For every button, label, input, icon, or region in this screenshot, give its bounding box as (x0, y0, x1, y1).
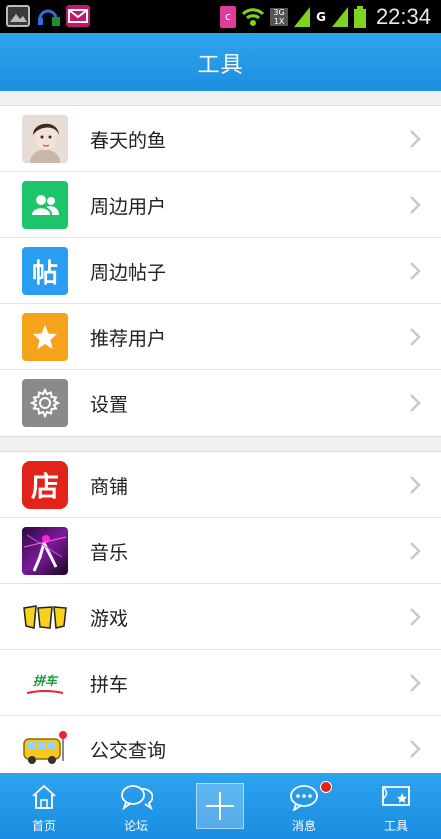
signal-icon-1 (294, 7, 311, 27)
chevron-right-icon (410, 196, 421, 214)
list-item-user-profile[interactable]: 春天的鱼 (0, 106, 441, 172)
tools-group-2: 店 商铺 音乐 游戏 拼车 拼车 公交查询 (0, 451, 441, 783)
tab-label: 论坛 (123, 819, 148, 833)
list-item-label: 游戏 (90, 608, 129, 630)
tab-label: 工具 (383, 819, 408, 833)
plus-icon (206, 792, 234, 820)
chevron-right-icon (410, 476, 421, 494)
shop-icon: 店 (22, 461, 68, 509)
sim-icon: c (220, 6, 237, 28)
chevron-right-icon (410, 542, 421, 560)
tab-label: 首页 (31, 819, 56, 833)
clock: 22:34 (375, 4, 431, 29)
signal-icon-2 (331, 7, 348, 27)
network-label: G (316, 10, 326, 24)
chevron-right-icon (410, 674, 421, 692)
list-item-label: 春天的鱼 (90, 130, 167, 152)
home-icon (32, 784, 56, 809)
status-bar: c 3G 1X G 22:34 (0, 0, 441, 33)
nearby-posts-icon-text: 帖 (31, 258, 58, 289)
shop-icon-text: 店 (30, 470, 59, 503)
chevron-right-icon (410, 394, 421, 412)
tools-flag-icon (382, 786, 410, 806)
message-icon (290, 785, 318, 811)
list-item-recommended-users[interactable]: 推荐用户 (0, 304, 441, 370)
list-item-game[interactable]: 游戏 (0, 584, 441, 650)
nearby-users-icon (22, 181, 68, 229)
carpool-icon-text: 拼车 (32, 673, 57, 688)
tools-group-1: 春天的鱼 周边用户 帖 周边帖子 推荐用户 设置 (0, 105, 441, 437)
tab-forum[interactable]: 论坛 (92, 773, 180, 839)
list-item-nearby-users[interactable]: 周边用户 (0, 172, 441, 238)
list-item-settings[interactable]: 设置 (0, 370, 441, 436)
star-icon (22, 313, 68, 361)
page-title: 工具 (197, 53, 244, 78)
mail-icon (66, 5, 90, 27)
gear-icon (22, 379, 68, 427)
tab-home[interactable]: 首页 (0, 773, 88, 839)
music-icon (22, 527, 68, 575)
bottom-tab-bar: 首页 论坛 消息 工具 (0, 773, 441, 839)
bus-icon (22, 725, 68, 773)
list-item-label: 公交查询 (90, 740, 167, 762)
game-icon (22, 593, 68, 641)
wifi-icon (242, 8, 265, 26)
add-post-button[interactable] (196, 783, 244, 829)
user-avatar-icon (22, 115, 68, 163)
battery-icon (353, 6, 366, 28)
app-header: 工具 (0, 33, 441, 91)
list-item-label: 设置 (90, 394, 129, 416)
list-item-label: 音乐 (90, 542, 129, 564)
chevron-right-icon (410, 608, 421, 626)
chevron-right-icon (410, 130, 421, 148)
list-item-shop[interactable]: 店 商铺 (0, 452, 441, 518)
list-item-label: 拼车 (90, 674, 129, 696)
list-item-music[interactable]: 音乐 (0, 518, 441, 584)
tab-messages[interactable]: 消息 (260, 773, 348, 839)
unread-badge (320, 781, 332, 793)
list-item-nearby-posts[interactable]: 帖 周边帖子 (0, 238, 441, 304)
gallery-icon (6, 5, 30, 27)
list-item-carpool[interactable]: 拼车 拼车 (0, 650, 441, 716)
list-item-label: 周边用户 (90, 196, 167, 218)
tab-tools[interactable]: 工具 (352, 773, 440, 839)
tab-label: 消息 (291, 819, 316, 833)
nearby-posts-icon: 帖 (22, 247, 68, 295)
list-item-label: 周边帖子 (90, 262, 167, 284)
chevron-right-icon (410, 328, 421, 346)
headset-icon (36, 5, 60, 27)
chevron-right-icon (410, 740, 421, 758)
network-type-badge: 3G 1X (270, 8, 289, 26)
carpool-icon: 拼车 (22, 659, 68, 707)
list-item-label: 商铺 (90, 476, 129, 498)
list-item-label: 推荐用户 (90, 328, 167, 350)
chevron-right-icon (410, 262, 421, 280)
forum-chat-icon (121, 785, 153, 811)
